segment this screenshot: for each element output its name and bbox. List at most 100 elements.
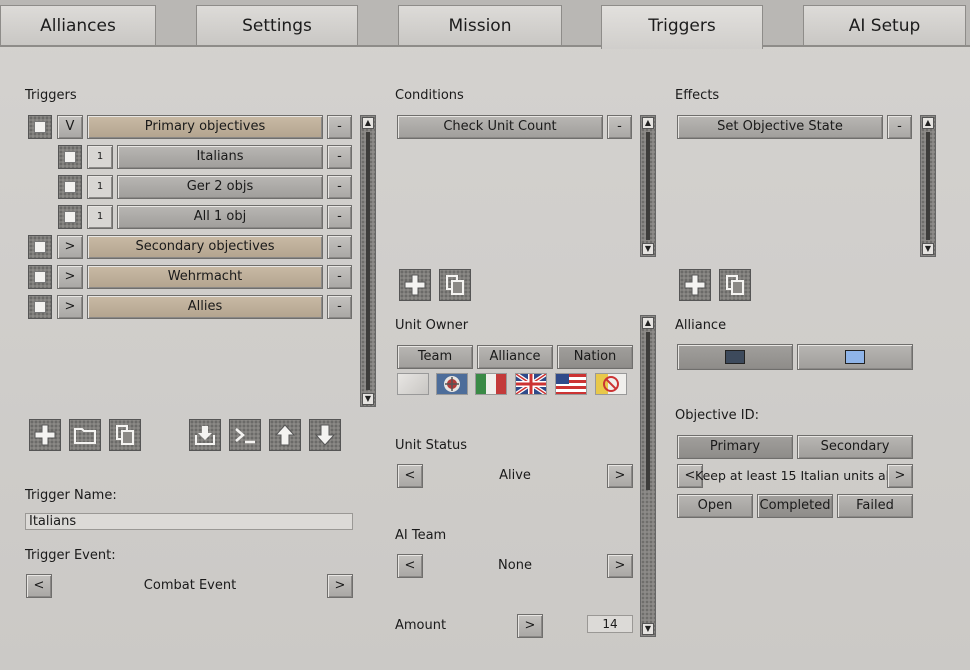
scrollbar-thumb[interactable] xyxy=(646,132,650,240)
trigger-remove-button[interactable]: - xyxy=(327,235,352,259)
objective-primary-button[interactable]: Primary xyxy=(677,435,793,459)
condition-remove-button[interactable]: - xyxy=(607,115,632,139)
ai-team-next-button[interactable]: > xyxy=(607,554,633,578)
amount-next-button[interactable]: > xyxy=(517,614,543,638)
trigger-item[interactable]: Italians xyxy=(117,145,323,169)
state-failed-button[interactable]: Failed xyxy=(837,494,913,518)
tab-settings[interactable]: Settings xyxy=(196,5,358,45)
objective-next-button[interactable]: > xyxy=(887,464,913,488)
event-next-button[interactable]: > xyxy=(327,574,353,598)
trigger-remove-button[interactable]: - xyxy=(327,265,352,289)
alliance-color-swatch xyxy=(845,350,865,364)
triggers-editor-window: Alliances Settings Mission Triggers AI S… xyxy=(0,0,970,670)
import-icon[interactable] xyxy=(189,419,221,451)
amount-field[interactable]: 14 xyxy=(587,615,633,633)
scroll-down-icon[interactable]: ▼ xyxy=(642,243,654,255)
scroll-up-icon[interactable]: ▲ xyxy=(922,117,934,129)
trigger-count-badge: 1 xyxy=(87,145,113,169)
trigger-item[interactable]: All 1 obj xyxy=(117,205,323,229)
trigger-item[interactable]: Wehrmacht xyxy=(87,265,323,289)
trigger-enable-checkbox[interactable] xyxy=(58,145,82,169)
effects-scrollbar[interactable]: ▲ ▼ xyxy=(920,115,936,257)
move-up-icon[interactable] xyxy=(269,419,301,451)
british-roundel-flag-icon[interactable] xyxy=(436,373,468,395)
effect-remove-button[interactable]: - xyxy=(887,115,912,139)
alliance-allies-button[interactable] xyxy=(797,344,913,370)
unit-status-label: Unit Status xyxy=(395,438,468,453)
scrollbar-thumb[interactable] xyxy=(926,132,930,240)
tab-alliances[interactable]: Alliances xyxy=(0,5,156,45)
copy-icon[interactable] xyxy=(439,269,471,301)
trigger-enable-checkbox[interactable] xyxy=(58,175,82,199)
trigger-name-field[interactable]: Italians xyxy=(25,513,353,530)
conditions-header: Conditions xyxy=(395,88,464,103)
trigger-item[interactable]: Primary objectives xyxy=(87,115,323,139)
alliance-label: Alliance xyxy=(675,318,727,333)
blank-flag-icon[interactable] xyxy=(397,373,429,395)
triggers-header: Triggers xyxy=(25,88,77,103)
ai-team-prev-button[interactable]: < xyxy=(397,554,423,578)
trigger-item[interactable]: Secondary objectives xyxy=(87,235,323,259)
effects-header: Effects xyxy=(675,88,720,103)
trigger-count-badge: 1 xyxy=(87,175,113,199)
trigger-enable-checkbox[interactable] xyxy=(28,235,52,259)
trigger-remove-button[interactable]: - xyxy=(327,175,352,199)
trigger-enable-checkbox[interactable] xyxy=(58,205,82,229)
italy-flag-icon[interactable] xyxy=(475,373,507,395)
scroll-down-icon[interactable]: ▼ xyxy=(362,393,374,405)
objective-text: Keep at least 15 Italian units alive xyxy=(695,468,908,483)
tab-mission[interactable]: Mission xyxy=(398,5,562,45)
owner-nation-button[interactable]: Nation xyxy=(557,345,633,369)
trigger-enable-checkbox[interactable] xyxy=(28,295,52,319)
copy-icon[interactable] xyxy=(109,419,141,451)
unit-owner-label: Unit Owner xyxy=(395,318,469,333)
console-icon[interactable] xyxy=(229,419,261,451)
owner-alliance-button[interactable]: Alliance xyxy=(477,345,553,369)
effect-item[interactable]: Set Objective State xyxy=(677,115,883,139)
scroll-up-icon[interactable]: ▲ xyxy=(362,117,374,129)
unit-status-prev-button[interactable]: < xyxy=(397,464,423,488)
state-completed-button[interactable]: Completed xyxy=(757,494,833,518)
trigger-expand-toggle[interactable]: > xyxy=(57,235,83,259)
trigger-enable-checkbox[interactable] xyxy=(28,115,52,139)
unit-status-next-button[interactable]: > xyxy=(607,464,633,488)
trigger-expand-toggle[interactable]: V xyxy=(57,115,83,139)
scroll-up-icon[interactable]: ▲ xyxy=(642,117,654,129)
trigger-enable-checkbox[interactable] xyxy=(28,265,52,289)
trigger-remove-button[interactable]: - xyxy=(327,295,352,319)
tab-ai-setup[interactable]: AI Setup xyxy=(803,5,966,45)
trigger-item[interactable]: Ger 2 objs xyxy=(117,175,323,199)
condition-item[interactable]: Check Unit Count xyxy=(397,115,603,139)
triggers-scrollbar[interactable]: ▲ ▼ xyxy=(360,115,376,407)
conditions-scrollbar[interactable]: ▲ ▼ xyxy=(640,115,656,257)
event-prev-button[interactable]: < xyxy=(26,574,52,598)
trigger-remove-button[interactable]: - xyxy=(327,205,352,229)
add-icon[interactable] xyxy=(679,269,711,301)
scroll-down-icon[interactable]: ▼ xyxy=(642,623,654,635)
state-open-button[interactable]: Open xyxy=(677,494,753,518)
add-icon[interactable] xyxy=(29,419,61,451)
objective-secondary-button[interactable]: Secondary xyxy=(797,435,913,459)
add-icon[interactable] xyxy=(399,269,431,301)
trigger-item[interactable]: Allies xyxy=(87,295,323,319)
scroll-up-icon[interactable]: ▲ xyxy=(642,317,654,329)
scrollbar-thumb[interactable] xyxy=(646,332,650,490)
trigger-expand-toggle[interactable]: > xyxy=(57,295,83,319)
no-owner-flag-icon[interactable] xyxy=(595,373,627,395)
tab-triggers[interactable]: Triggers xyxy=(601,5,763,49)
uk-flag-icon[interactable] xyxy=(514,372,548,396)
trigger-remove-button[interactable]: - xyxy=(327,115,352,139)
trigger-remove-button[interactable]: - xyxy=(327,145,352,169)
usa-flag-icon[interactable] xyxy=(555,373,587,395)
move-down-icon[interactable] xyxy=(309,419,341,451)
condition-settings-scrollbar[interactable]: ▲ ▼ xyxy=(640,315,656,637)
folder-icon[interactable] xyxy=(69,419,101,451)
alliance-axis-button[interactable] xyxy=(677,344,793,370)
scrollbar-thumb[interactable] xyxy=(366,132,370,390)
scroll-down-icon[interactable]: ▼ xyxy=(922,243,934,255)
usa-flag-canton xyxy=(556,374,569,384)
copy-icon[interactable] xyxy=(719,269,751,301)
owner-team-button[interactable]: Team xyxy=(397,345,473,369)
unit-status-value: Alive xyxy=(499,468,531,483)
trigger-expand-toggle[interactable]: > xyxy=(57,265,83,289)
